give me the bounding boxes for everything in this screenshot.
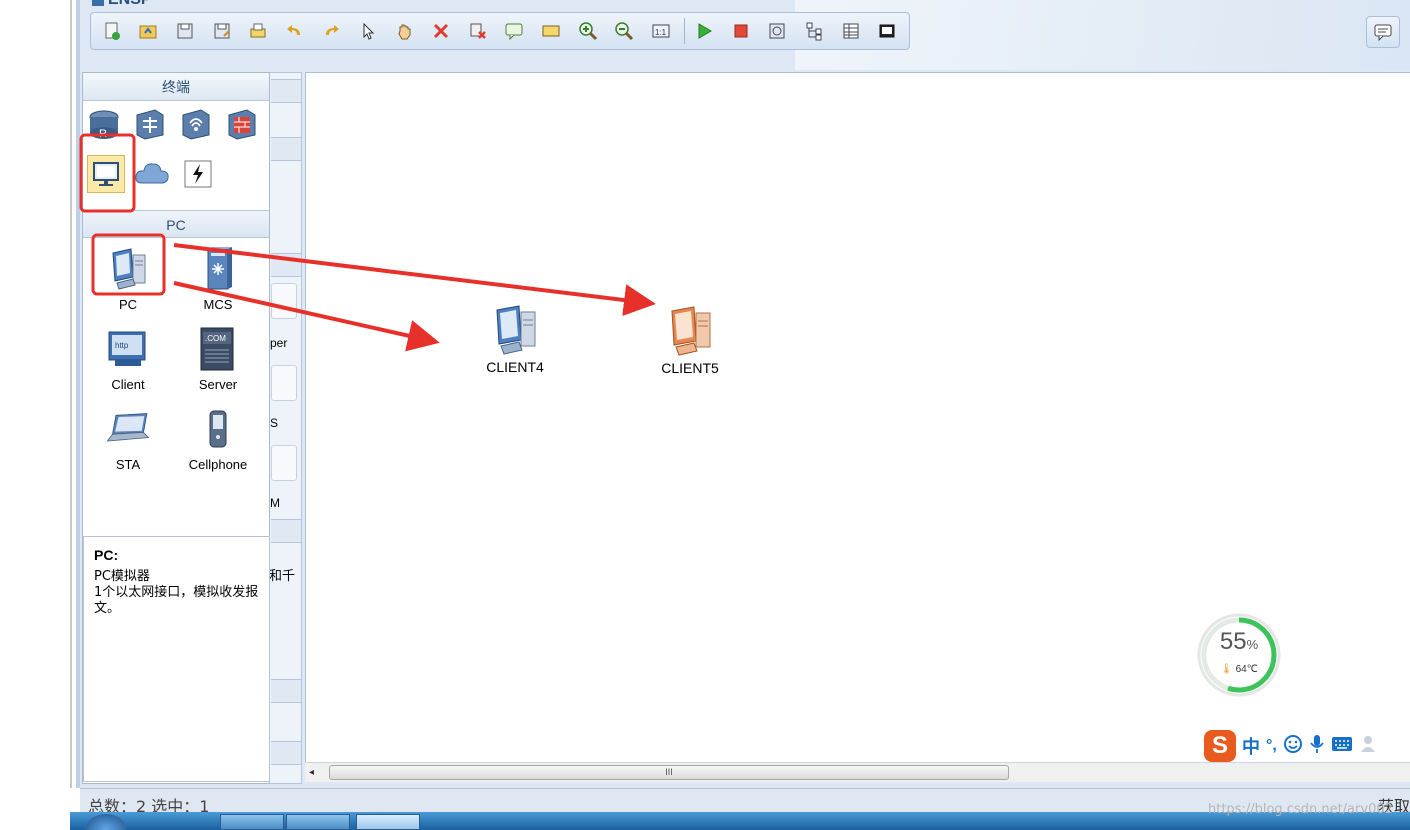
cpu-temperature-widget[interactable]: 55% 🌡 64℃ [1196,612,1282,698]
arrow-to-client5 [173,243,656,316]
start-button[interactable] [86,814,126,830]
thermometer-icon: 🌡 [1220,664,1233,675]
taskbar-item[interactable] [220,814,284,830]
taskbar-item[interactable] [286,814,350,830]
arrow-to-client4 [173,281,440,352]
temperature-readout: 🌡 64℃ [1196,664,1282,675]
watermark: https://blog.csdn.net/arv002 [1208,802,1393,817]
cpu-percent: 55% [1196,628,1282,656]
cpu-percent-value: 55 [1219,628,1247,655]
ime-toolbar: S 中 °, [1204,730,1410,762]
temperature-value: 64℃ [1235,664,1258,675]
scroll-left-icon[interactable]: ◂ [309,767,319,779]
ime-language-toggle[interactable]: 中 [1242,733,1260,759]
emoji-icon[interactable] [1283,734,1303,759]
highlight-pc-device [91,233,166,296]
highlight-terminal-category [79,133,136,213]
percent-sign: % [1246,637,1259,652]
annotation-overlay [79,133,656,352]
user-icon[interactable] [1359,734,1379,759]
ime-punctuation-toggle[interactable]: °, [1266,737,1277,755]
scroll-thumb[interactable]: III [329,765,1009,780]
screen: ENSP 1:1 per [0,0,1410,830]
microphone-icon[interactable] [1309,734,1325,759]
taskbar-item-active[interactable] [356,814,420,830]
sogou-logo-icon[interactable]: S [1204,730,1236,762]
keyboard-icon[interactable] [1331,736,1353,757]
canvas-horizontal-scrollbar[interactable]: ◂ III [305,762,1410,782]
